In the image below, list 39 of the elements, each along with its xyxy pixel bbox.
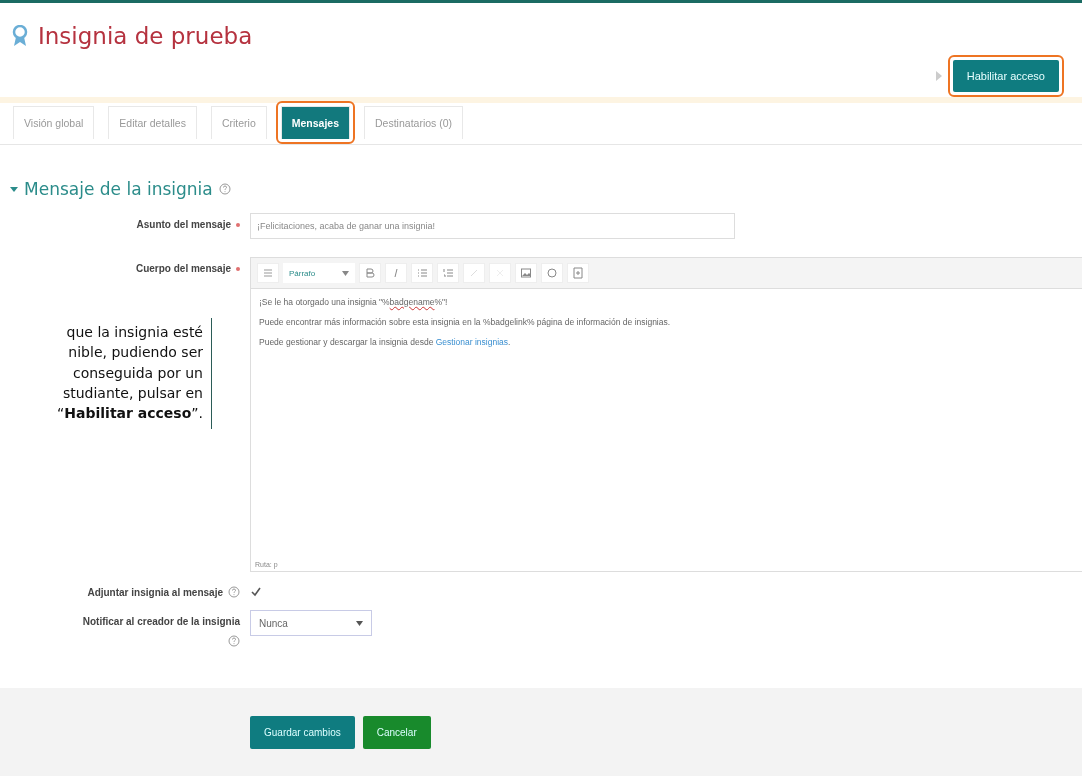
toolbar-toggle-icon[interactable] [257, 263, 279, 283]
subject-field[interactable]: ¡Felicitaciones, acaba de ganar una insignia! [250, 213, 735, 239]
caret-icon [935, 71, 942, 81]
tab[interactable]: Editar detalles [108, 106, 197, 139]
help-icon[interactable] [218, 183, 231, 195]
tab[interactable]: Criterio [210, 106, 267, 139]
checkbox[interactable] [250, 586, 262, 598]
italic-icon[interactable] [385, 263, 407, 283]
paragraph-style-select[interactable]: Párrafo [283, 263, 355, 283]
editor-paragraph: Puede gestionar y descargar la insignia desde Gestionar insignias. [259, 337, 512, 347]
badge-icon [12, 25, 28, 47]
bold-icon[interactable] [359, 263, 381, 283]
notify-select[interactable]: Nunca [250, 610, 372, 636]
link-icon[interactable] [463, 263, 485, 283]
tab[interactable]: Mensajes [280, 106, 351, 139]
dropdown-arrow-icon [356, 620, 363, 626]
editor-paragraph: Puede encontrar más información sobre esta insignia en la %badgelink% página de información de insignias. [259, 317, 672, 327]
section-title: Mensaje de la insignia [24, 179, 213, 199]
field-label: Asunto del mensaje [136, 219, 231, 230]
callout-text: que la insignia esté nible, pudiendo ser conseguida por un studiante, pulsar en “Habilitar acceso”. [0, 318, 212, 430]
save-button[interactable]: Guardar cambios [250, 715, 355, 749]
enable-access-button[interactable]: Habilitar acceso [952, 60, 1059, 92]
dropdown-arrow-icon [342, 270, 349, 276]
tab[interactable]: Destinatarios (0) [364, 106, 464, 139]
field-label: Adjuntar insignia al mensaje [87, 586, 223, 598]
image-icon[interactable] [515, 263, 537, 283]
numbered-list-icon[interactable] [437, 263, 459, 283]
file-icon[interactable] [567, 263, 589, 283]
expand-caret-icon[interactable] [10, 185, 18, 193]
bullet-list-icon[interactable] [411, 263, 433, 283]
help-icon[interactable] [228, 586, 240, 598]
field-label: Cuerpo del mensaje [135, 263, 231, 274]
field-label: Notificar al creador de la insignia [82, 616, 240, 627]
media-icon[interactable] [541, 263, 563, 283]
tab[interactable]: Visión global [13, 106, 95, 139]
cancel-button[interactable]: Cancelar [362, 715, 431, 749]
page-title: Insignia de prueba [38, 23, 253, 49]
help-icon[interactable] [228, 635, 240, 647]
editor-paragraph: ¡Se le ha otorgado una insignia "%badgename%"! [259, 297, 449, 307]
